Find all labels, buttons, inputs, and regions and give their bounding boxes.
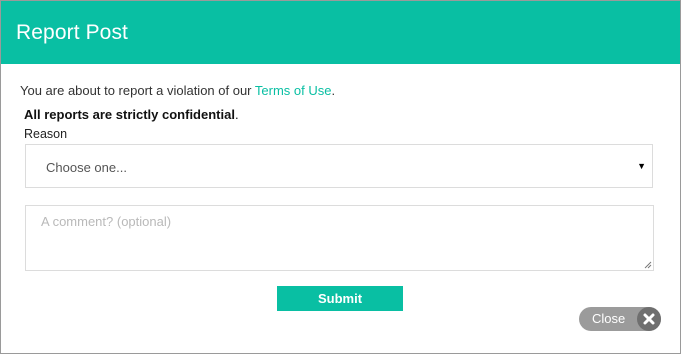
comment-textarea[interactable]: A comment? (optional) bbox=[25, 205, 654, 271]
reason-label: Reason bbox=[24, 127, 68, 141]
terms-of-use-link[interactable]: Terms of Use bbox=[255, 83, 332, 98]
close-button-label: Close bbox=[592, 311, 626, 326]
intro-prefix: You are about to report a violation of o… bbox=[20, 83, 255, 98]
close-button[interactable]: Close bbox=[579, 307, 661, 331]
modal-title: Report Post bbox=[16, 21, 128, 44]
modal-header: Report Post bbox=[1, 1, 680, 64]
reason-select-value: Choose one... bbox=[46, 160, 127, 175]
confidential-bold-text: All reports are strictly confidential bbox=[24, 107, 235, 122]
report-post-modal: Report Post You are about to report a vi… bbox=[0, 0, 681, 354]
caret-down-icon: ▼ bbox=[637, 161, 646, 171]
reason-select[interactable]: Choose one... ▼ bbox=[25, 144, 653, 188]
submit-button[interactable]: Submit bbox=[277, 286, 403, 311]
resize-grip-icon[interactable] bbox=[644, 261, 652, 269]
confidential-suffix: . bbox=[234, 107, 239, 122]
intro-text: You are about to report a violation of o… bbox=[20, 82, 335, 100]
comment-placeholder: A comment? (optional) bbox=[41, 214, 172, 229]
confidential-note: All reports are strictly confidential. bbox=[24, 106, 239, 124]
close-icon[interactable] bbox=[637, 307, 661, 331]
intro-suffix: . bbox=[331, 83, 336, 98]
